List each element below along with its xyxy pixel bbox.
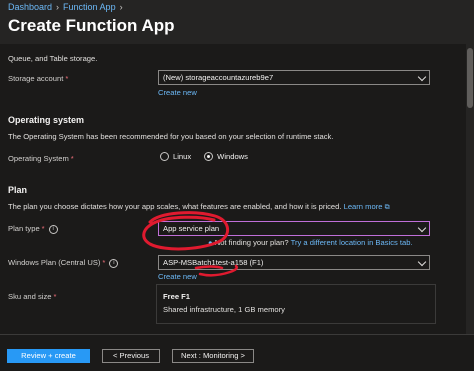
windows-plan-dropdown[interactable]: ASP-MSBatch1test-a158 (F1) bbox=[158, 255, 430, 270]
plan-heading: Plan bbox=[8, 185, 28, 195]
chevron-down-icon bbox=[417, 223, 427, 233]
os-label: Operating System * bbox=[8, 154, 74, 163]
info-icon: i bbox=[48, 224, 58, 234]
radio-windows-circle[interactable] bbox=[204, 152, 214, 161]
header-bar: Dashboard › Function App › Create Functi… bbox=[0, 0, 474, 44]
footer-bar: Review + create < Previous Next : Monito… bbox=[0, 334, 474, 371]
chevron-right-icon: › bbox=[119, 2, 123, 12]
plan-type-dropdown[interactable]: App service plan bbox=[158, 221, 430, 236]
chevron-down-icon bbox=[417, 257, 427, 267]
radio-windows-label: Windows bbox=[217, 152, 248, 161]
sku-detail: Shared infrastructure, 1 GB memory bbox=[163, 305, 285, 314]
breadcrumb-function-app[interactable]: Function App bbox=[63, 2, 116, 12]
storage-account-dropdown[interactable]: (New) storageaccountazureb9e7 bbox=[158, 70, 430, 85]
storage-intro-text: Queue, and Table storage. bbox=[8, 54, 98, 63]
breadcrumb: Dashboard › Function App › bbox=[8, 2, 123, 12]
windows-plan-create-new-link[interactable]: Create new bbox=[158, 272, 197, 281]
radio-windows[interactable]: Windows bbox=[204, 152, 248, 161]
plan-type-label: Plan type * i bbox=[8, 224, 58, 234]
sku-box[interactable]: Free F1 Shared infrastructure, 1 GB memo… bbox=[156, 284, 436, 324]
review-create-button[interactable]: Review + create bbox=[7, 349, 90, 363]
scrollbar-thumb[interactable] bbox=[467, 48, 473, 108]
page-title: Create Function App bbox=[8, 16, 175, 35]
sku-name: Free F1 bbox=[163, 292, 191, 301]
os-heading: Operating system bbox=[8, 115, 85, 125]
os-description: The Operating System has been recommende… bbox=[8, 132, 334, 141]
chevron-down-icon bbox=[417, 72, 427, 82]
storage-create-new-link[interactable]: Create new bbox=[158, 88, 197, 97]
previous-button[interactable]: < Previous bbox=[102, 349, 160, 363]
external-link-icon: ⧉ bbox=[384, 204, 390, 211]
radio-linux[interactable]: Linux bbox=[160, 152, 191, 161]
radio-linux-circle[interactable] bbox=[160, 152, 169, 161]
form-content: Queue, and Table storage. Storage accoun… bbox=[0, 44, 474, 334]
breadcrumb-dashboard[interactable]: Dashboard bbox=[8, 2, 52, 12]
info-icon: i bbox=[109, 258, 119, 268]
learn-more-link[interactable]: Learn more bbox=[344, 202, 383, 211]
chevron-right-icon: › bbox=[56, 2, 60, 12]
next-monitoring-button[interactable]: Next : Monitoring > bbox=[172, 349, 254, 363]
os-radio-group: Linux Windows bbox=[160, 152, 256, 161]
plan-description: The plan you choose dictates how your ap… bbox=[8, 202, 390, 211]
plan-hint: ● Not finding your plan? Try a different… bbox=[208, 238, 413, 247]
radio-linux-label: Linux bbox=[173, 152, 192, 161]
windows-plan-label: Windows Plan (Central US) * i bbox=[8, 258, 119, 268]
info-filled-icon: ● bbox=[208, 238, 213, 247]
different-location-link[interactable]: Try a different location in Basics tab. bbox=[291, 238, 413, 247]
sku-label: Sku and size * bbox=[8, 292, 57, 301]
storage-account-label: Storage account * bbox=[8, 74, 69, 83]
